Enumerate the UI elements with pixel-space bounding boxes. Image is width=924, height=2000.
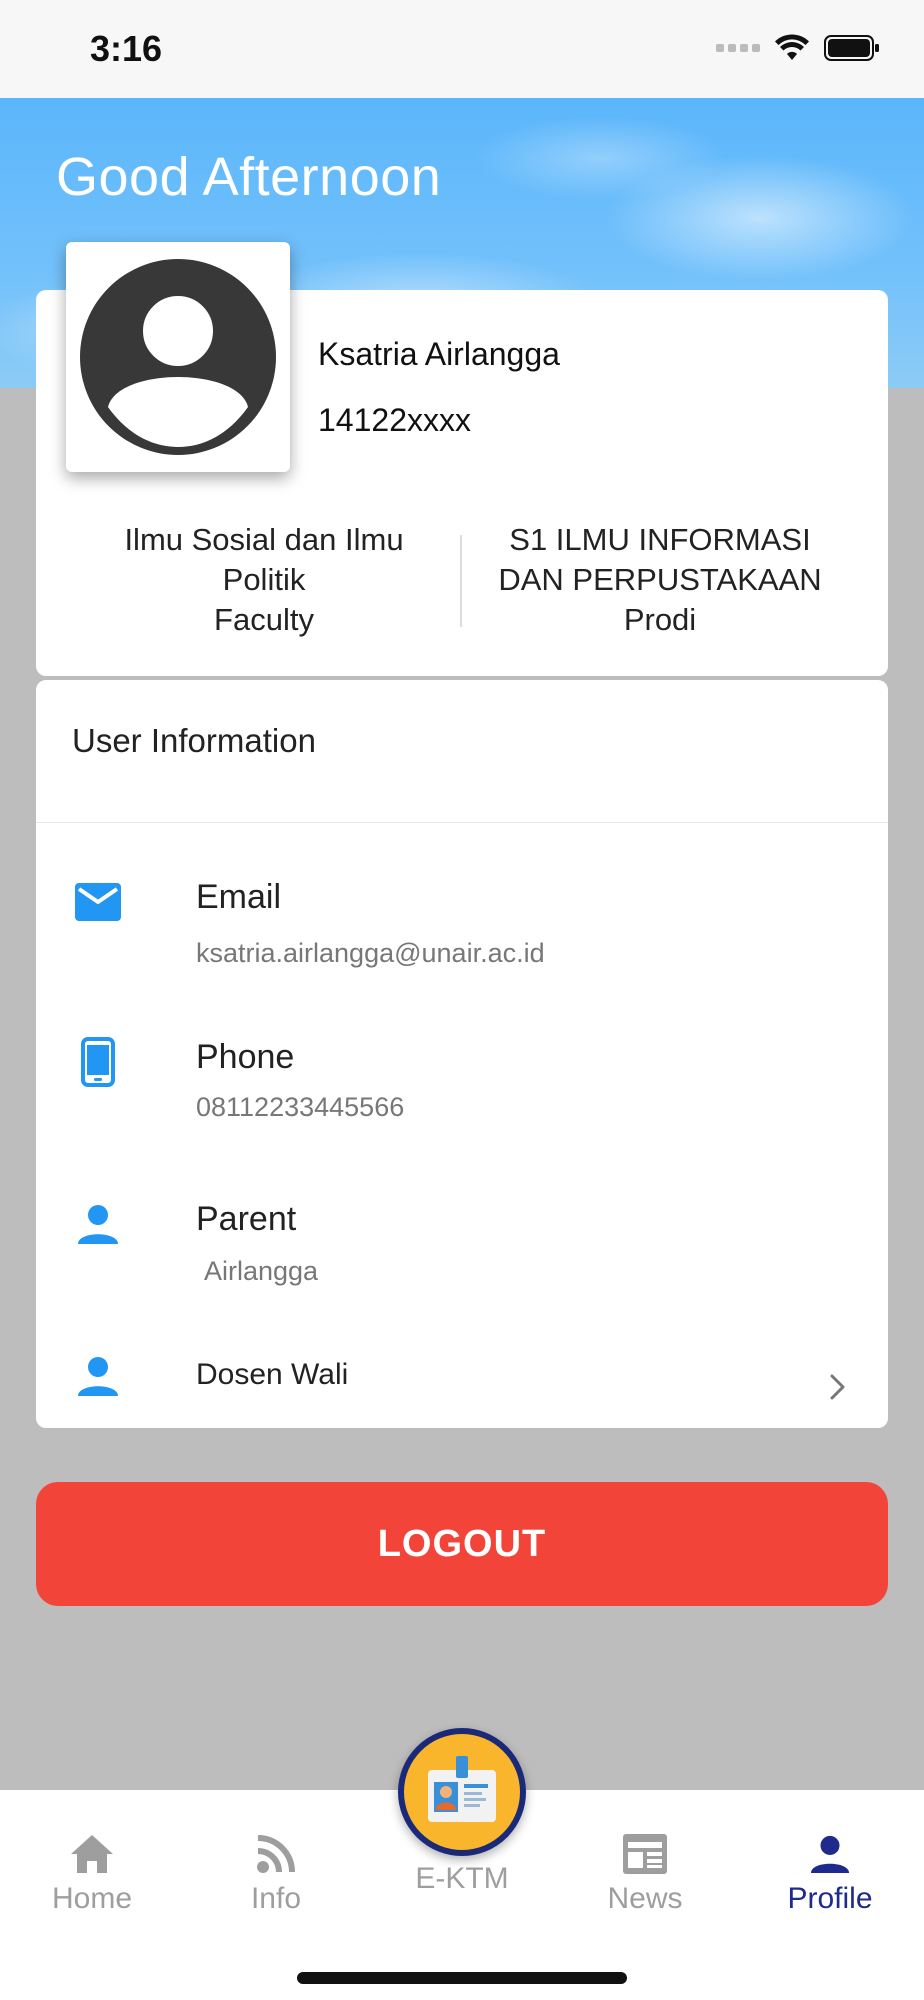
status-bar: 3:16 <box>0 0 924 98</box>
nav-info-label: Info <box>250 1882 302 1915</box>
rss-icon <box>252 1830 300 1878</box>
parent-label: Parent <box>196 1200 297 1238</box>
email-label: Email <box>196 878 282 916</box>
divider <box>36 822 888 823</box>
user-avatar-icon <box>80 259 276 455</box>
email-icon <box>72 876 124 928</box>
faculty-block: Ilmu Sosial dan Ilmu Politik Faculty <box>74 520 454 640</box>
newspaper-icon <box>621 1830 669 1878</box>
person-icon <box>72 1198 124 1250</box>
nav-home-label: Home <box>51 1882 133 1915</box>
chevron-right-icon[interactable] <box>820 1370 854 1404</box>
prodi-block: S1 ILMU INFORMASI DAN PERPUSTAKAAN Prodi <box>470 520 850 640</box>
nav-profile-label: Profile <box>787 1882 873 1915</box>
id-card-icon <box>404 1734 520 1850</box>
phone-label: Phone <box>196 1038 295 1076</box>
faculty-label: Faculty <box>214 602 314 637</box>
nav-ektm[interactable] <box>398 1728 526 1856</box>
person-icon <box>806 1830 854 1878</box>
avatar <box>66 242 290 472</box>
greeting-title: Good Afternoon <box>56 147 442 207</box>
status-time: 3:16 <box>90 28 163 69</box>
nav-profile[interactable]: Profile <box>755 1830 905 1916</box>
nav-news-label: News <box>607 1882 683 1915</box>
phone-icon <box>72 1036 124 1088</box>
parent-value: Airlangga <box>204 1256 319 1286</box>
nav-ektm-label: E-KTM <box>415 1862 509 1895</box>
signal-icon <box>716 44 760 52</box>
person-icon <box>72 1350 124 1402</box>
logout-button[interactable]: LOGOUT <box>36 1482 888 1606</box>
home-indicator[interactable] <box>297 1972 627 1984</box>
user-information-card <box>36 680 888 1428</box>
column-divider <box>460 535 462 627</box>
prodi-label: Prodi <box>623 602 697 637</box>
prodi-value: S1 ILMU INFORMASI DAN PERPUSTAKAAN <box>498 522 822 597</box>
battery-icon <box>824 35 879 61</box>
nav-info[interactable]: Info <box>201 1830 351 1916</box>
user-information-title: User Information <box>72 722 316 759</box>
dosen-wali-item[interactable]: Dosen Wali <box>196 1358 348 1392</box>
status-icons <box>716 34 880 62</box>
student-id: 14122xxxx <box>318 402 471 438</box>
nav-home[interactable]: Home <box>17 1830 167 1916</box>
faculty-value: Ilmu Sosial dan Ilmu Politik <box>124 522 404 597</box>
home-icon <box>68 1830 116 1878</box>
phone-value: 08112233445566 <box>196 1092 405 1122</box>
profile-screen: 3:16 Good Afternoon Ksatria Airlangga 14… <box>0 0 924 2000</box>
nav-news[interactable]: News <box>570 1830 720 1916</box>
email-value: ksatria.airlangga@unair.ac.id <box>196 938 545 968</box>
student-name: Ksatria Airlangga <box>318 336 560 372</box>
wifi-icon <box>775 34 809 60</box>
